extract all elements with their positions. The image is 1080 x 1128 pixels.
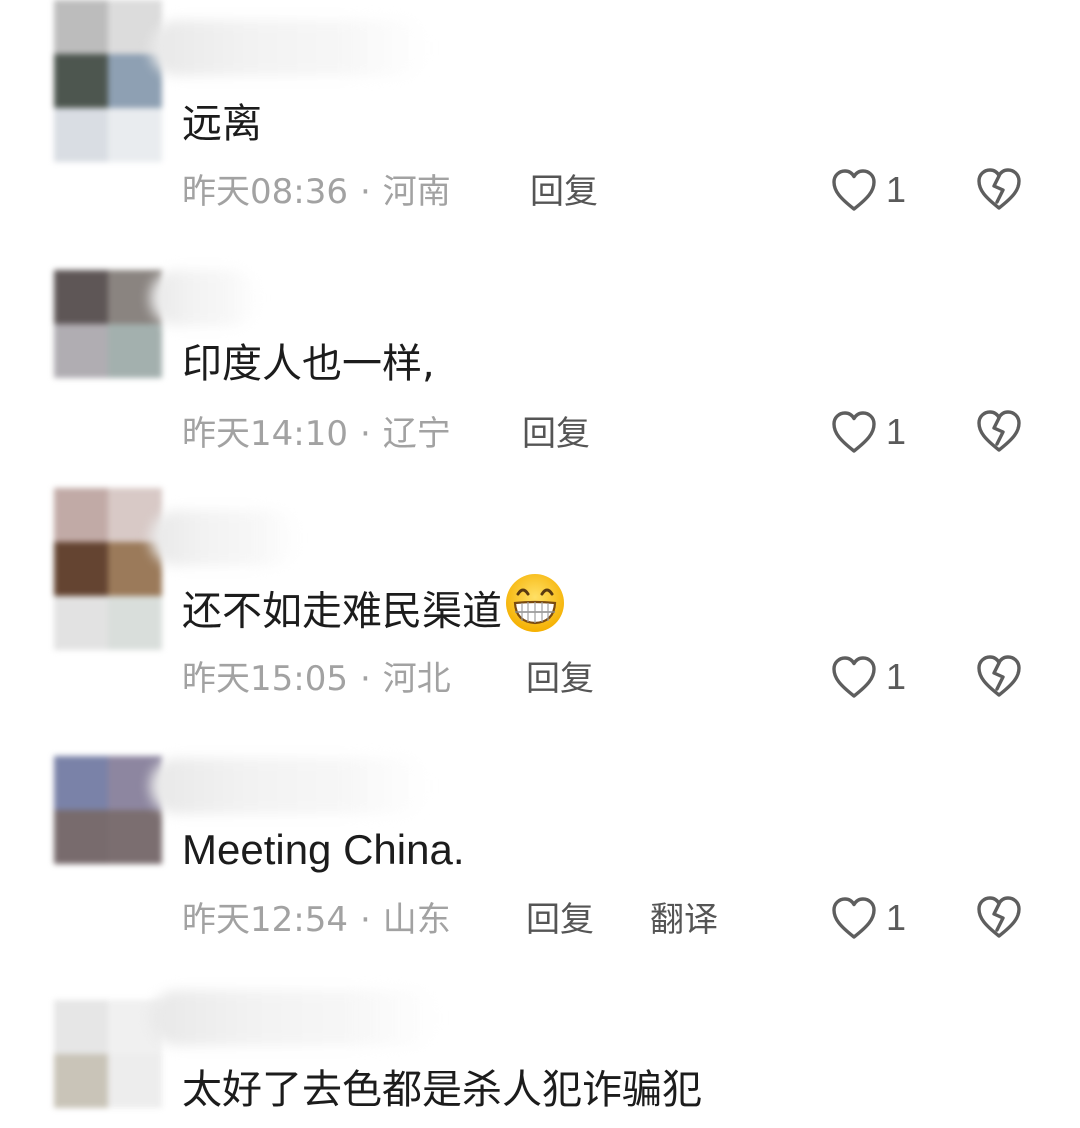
heart-outline-icon (832, 897, 876, 939)
like-count: 1 (886, 411, 907, 452)
like-count: 1 (886, 897, 907, 938)
avatar-pixel (54, 270, 108, 324)
meta-separator: · (359, 414, 371, 454)
like-button[interactable]: 1 (830, 652, 906, 702)
translate-button[interactable]: 翻译 (650, 896, 718, 944)
avatar[interactable] (54, 1000, 162, 1108)
heart-outline-icon (832, 656, 876, 698)
like-count: 1 (886, 656, 907, 697)
avatar-pixel (54, 596, 108, 650)
comment-time: 昨天14:10 (182, 414, 348, 454)
reply-button[interactable]: 回复 (526, 655, 594, 703)
avatar-pixel (54, 810, 108, 864)
comment-meta: 昨天14:10 · 辽宁 (182, 410, 451, 458)
comment-text: 还不如走难民渠道 (182, 574, 566, 651)
comment-time: 昨天15:05 (182, 659, 348, 699)
like-button[interactable]: 1 (830, 893, 906, 943)
broken-heart-icon (977, 410, 1021, 452)
like-button[interactable]: 1 (830, 407, 906, 457)
avatar-pixel (54, 488, 108, 542)
comment-location: 山东 (382, 900, 451, 940)
username-blurred[interactable] (150, 990, 440, 1046)
comment-meta: 昨天12:54 · 山东 (182, 896, 451, 944)
dislike-button[interactable] (974, 893, 1024, 943)
avatar[interactable] (54, 756, 162, 864)
avatar-pixel (54, 756, 108, 810)
heart-outline-icon (832, 411, 876, 453)
meta-separator: · (359, 659, 371, 699)
avatar-pixel (108, 810, 162, 864)
broken-heart-icon (977, 896, 1021, 938)
avatar-pixel (54, 1054, 108, 1108)
avatar[interactable] (54, 270, 162, 378)
dislike-button[interactable] (974, 407, 1024, 457)
meta-separator: · (359, 900, 371, 940)
username-blurred[interactable] (150, 758, 430, 814)
comment-time: 昨天12:54 (182, 900, 348, 940)
avatar-pixel (108, 324, 162, 378)
avatar-pixel (108, 1054, 162, 1108)
avatar-pixel (54, 324, 108, 378)
username-blurred[interactable] (150, 270, 260, 326)
avatar-pixel (54, 542, 108, 596)
comment-text: 印度人也一样, (182, 341, 435, 387)
comment-text: 太好了去色都是杀人犯诈骗犯 (182, 1067, 702, 1113)
reply-button[interactable]: 回复 (522, 410, 590, 458)
username-blurred[interactable] (150, 510, 300, 566)
comment-location: 辽宁 (382, 414, 451, 454)
grinning-face-emoji (504, 572, 566, 647)
comment-text: Meeting China. (182, 826, 465, 873)
comment-meta: 昨天15:05 · 河北 (182, 655, 451, 703)
comment-location: 河北 (382, 659, 451, 699)
reply-button[interactable]: 回复 (526, 896, 594, 944)
dislike-button[interactable] (974, 652, 1024, 702)
comment-text-content: 还不如走难民渠道 (182, 588, 502, 635)
comment-item: 太好了去色都是杀人犯诈骗犯 (0, 0, 1080, 1113)
avatar-pixel (108, 596, 162, 650)
avatar-pixel (54, 1000, 108, 1054)
broken-heart-icon (977, 655, 1021, 697)
avatar[interactable] (54, 488, 162, 650)
